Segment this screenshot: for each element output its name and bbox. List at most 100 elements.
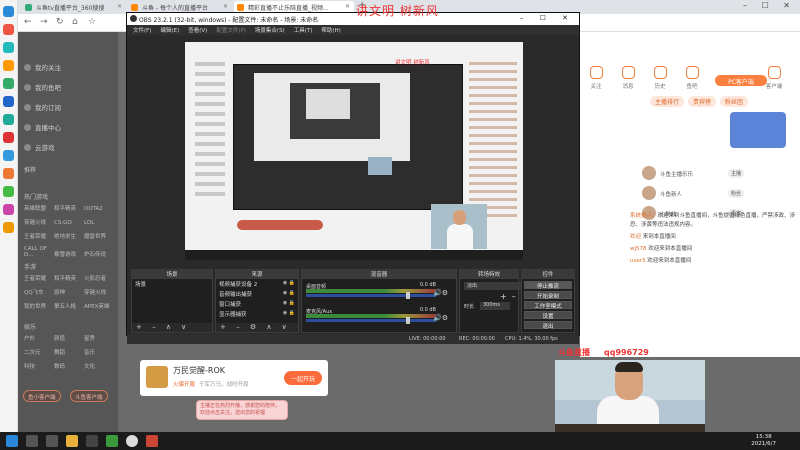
game-link[interactable]: CS:GO: [54, 220, 84, 226]
game-link[interactable]: 王者荣耀: [24, 274, 54, 282]
file-explorer-icon[interactable]: [66, 435, 78, 447]
start-recording-button[interactable]: 开始录制: [524, 291, 572, 300]
menu-view[interactable]: 查看(V): [188, 28, 207, 34]
game-link[interactable]: 和平精英: [54, 204, 84, 212]
game-link[interactable]: 星秀: [84, 334, 114, 342]
volume-knob[interactable]: [406, 317, 410, 324]
game-link[interactable]: 暴雪游戏: [54, 250, 84, 258]
reload-icon[interactable]: ↻: [56, 17, 64, 27]
game-link[interactable]: APEX英雄: [84, 302, 114, 310]
back-icon[interactable]: ←: [24, 17, 32, 27]
rank-tab[interactable]: 粉丝团: [719, 96, 748, 107]
volume-slider[interactable]: [306, 319, 436, 322]
tab-1[interactable]: 斗鱼tv直播平台_360搜搜 ✕: [22, 1, 126, 14]
rail-icon-6[interactable]: [3, 114, 14, 125]
sources-toolbar[interactable]: + – ⚙ ∧ ∨: [216, 323, 298, 332]
rank-tab[interactable]: 主播排行: [650, 96, 685, 107]
sidebar-item-live-center[interactable]: 直播中心: [24, 122, 61, 132]
store-icon[interactable]: [86, 435, 98, 447]
browser-logo-icon[interactable]: [3, 6, 14, 17]
game-ad-card[interactable]: 万民觉醒-ROK 火爆开服 千军万马，战时开局 一起开玩: [140, 360, 328, 396]
rail-icon-3[interactable]: [3, 60, 14, 71]
speaker-icon[interactable]: 🔊⚙: [433, 314, 448, 322]
rail-icon-4[interactable]: [3, 78, 14, 89]
task-view-icon[interactable]: [46, 435, 58, 447]
top-history-button[interactable]: 历史: [642, 66, 678, 90]
obs-preview-canvas[interactable]: 讲文明 树新风: [185, 42, 523, 260]
tab-3-close-icon[interactable]: ✕: [345, 3, 350, 10]
speaker-icon[interactable]: 🔊⚙: [433, 289, 448, 297]
game-link[interactable]: 绝地求生: [54, 232, 84, 240]
app-taskbar-icon[interactable]: [146, 435, 158, 447]
scenes-toolbar[interactable]: + – ∧ ∨: [132, 323, 212, 332]
obs-taskbar-icon[interactable]: [126, 435, 138, 447]
game-link[interactable]: 英雄联盟: [24, 204, 54, 212]
top-yuba-button[interactable]: 鱼吧: [674, 66, 710, 90]
rail-icon-10[interactable]: [3, 186, 14, 197]
scene-item[interactable]: 场景: [132, 279, 212, 289]
eye-lock-icon[interactable]: ◉ 🔒: [283, 280, 295, 286]
forward-icon[interactable]: →: [40, 17, 48, 27]
source-item[interactable]: 显示器捕获 ◉ 🔒: [216, 309, 298, 319]
viewer-row[interactable]: 斗鱼主播乐乐 主播: [642, 166, 792, 186]
menu-file[interactable]: 文件(F): [133, 28, 151, 34]
rail-icon-7[interactable]: [3, 132, 14, 143]
game-link[interactable]: 户外: [24, 334, 54, 342]
sidebar-item-follow[interactable]: 我的关注: [24, 62, 61, 72]
game-link[interactable]: DOTA2: [84, 206, 114, 212]
game-link[interactable]: 第五人格: [54, 302, 84, 310]
sidebar-item-yuba[interactable]: 我的鱼吧: [24, 82, 61, 92]
window-controls[interactable]: – ☐ ✕: [743, 1, 796, 10]
game-link[interactable]: 二次元: [24, 348, 54, 356]
eye-lock-icon[interactable]: ◉ 🔒: [283, 300, 295, 306]
game-link[interactable]: 颜值: [54, 334, 84, 342]
game-link[interactable]: 原神: [54, 288, 84, 296]
stop-streaming-button[interactable]: 停止推流: [524, 281, 572, 290]
volume-knob[interactable]: [406, 292, 410, 299]
menu-edit[interactable]: 编辑(E): [160, 28, 179, 34]
tab-2-close-icon[interactable]: ✕: [223, 3, 228, 10]
rail-icon-1[interactable]: [3, 24, 14, 35]
menu-help[interactable]: 帮助(H): [321, 28, 340, 34]
top-message-button[interactable]: 消息: [610, 66, 646, 90]
game-link[interactable]: 我的世界: [24, 302, 54, 310]
game-link[interactable]: 魔兽世界: [84, 232, 114, 240]
start-icon[interactable]: [6, 435, 18, 447]
game-link[interactable]: CALL OF D...: [24, 246, 54, 258]
game-link[interactable]: 穿越火线: [84, 288, 114, 296]
sidebar-item-cloud-game[interactable]: 云游戏: [24, 142, 55, 152]
game-link[interactable]: LOL: [84, 220, 114, 226]
game-link[interactable]: 和平精英: [54, 274, 84, 282]
game-link[interactable]: 数码: [54, 362, 84, 370]
eye-lock-icon[interactable]: ◉ 🔒: [283, 310, 295, 316]
menu-tools[interactable]: 工具(T): [294, 28, 313, 34]
game-link[interactable]: 火影忍者: [84, 274, 114, 282]
studio-mode-button[interactable]: 工作室模式: [524, 301, 572, 310]
transition-select[interactable]: 淡出: [464, 282, 528, 290]
rail-icon-8[interactable]: [3, 150, 14, 161]
source-item[interactable]: 音频输出捕获 ◉ 🔒: [216, 289, 298, 299]
menu-profile[interactable]: 配置文件(P): [216, 28, 246, 34]
rail-icon-11[interactable]: [3, 204, 14, 215]
top-follow-button[interactable]: 关注: [578, 66, 614, 90]
rail-icon-12[interactable]: [3, 222, 14, 233]
home-icon[interactable]: ⌂: [72, 17, 78, 27]
duration-input[interactable]: 300ms: [480, 302, 510, 310]
volume-slider[interactable]: [306, 294, 436, 297]
obs-window-controls[interactable]: – ☐ ✕: [520, 14, 575, 22]
exit-button[interactable]: 退出: [524, 321, 572, 330]
sidebar-client-button-right[interactable]: 斗鱼客户端: [70, 390, 108, 402]
game-link[interactable]: 舞蹈: [54, 348, 84, 356]
sidebar-client-button-left[interactable]: 鱼小客户端: [23, 390, 61, 402]
game-link[interactable]: QQ飞车: [24, 288, 54, 296]
game-link[interactable]: 穿越火线: [24, 218, 54, 226]
rail-icon-9[interactable]: [3, 168, 14, 179]
game-link[interactable]: 文化: [84, 362, 114, 370]
game-link[interactable]: 音乐: [84, 348, 114, 356]
source-item[interactable]: 视频捕获设备 2 ◉ 🔒: [216, 279, 298, 289]
browser-taskbar-icon[interactable]: [106, 435, 118, 447]
viewer-row[interactable]: 斗鱼新人 粉丝: [642, 186, 792, 206]
eye-lock-icon[interactable]: ◉ 🔒: [283, 290, 295, 296]
tab-1-close-icon[interactable]: ✕: [117, 3, 122, 10]
menu-scene-collection[interactable]: 场景集合(S): [255, 28, 285, 34]
